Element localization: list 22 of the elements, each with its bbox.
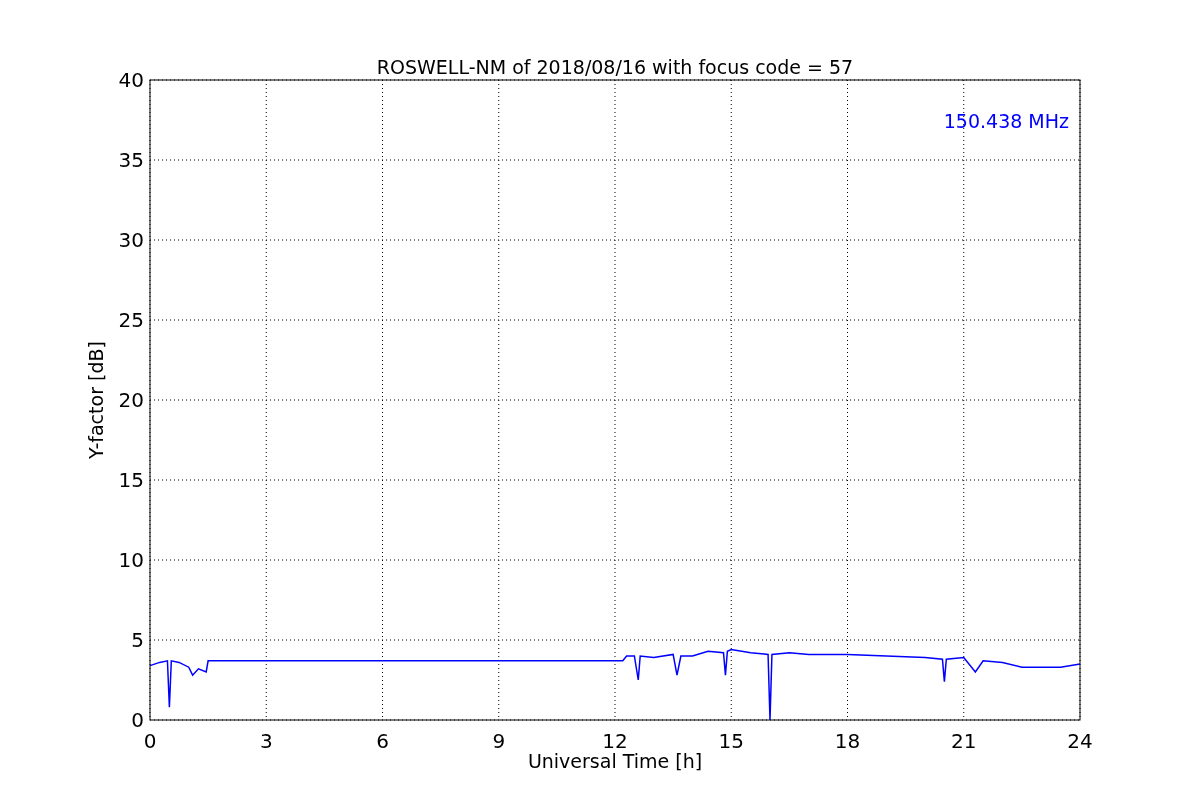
x-axis-label: Universal Time [h] (527, 750, 703, 772)
chart-title: ROSWELL-NM of 2018/08/16 with focus code = 57 (376, 56, 854, 78)
x-tick-label: 24 (1067, 729, 1093, 753)
y-tick-label: 40 (118, 68, 144, 92)
y-tick-label: 35 (118, 148, 144, 172)
y-tick-label: 15 (118, 468, 144, 492)
series-label: 150.438 MHz (943, 110, 1069, 132)
x-tick-label: 3 (259, 729, 273, 753)
y-tick-label: 0 (131, 708, 144, 732)
x-tick-label: 12 (602, 729, 628, 753)
x-tick-label: 21 (951, 729, 977, 753)
x-tick-label: 18 (834, 729, 861, 753)
x-tick-label: 6 (376, 729, 389, 753)
x-tick-label: 0 (143, 729, 157, 753)
y-tick-label: 25 (118, 308, 144, 332)
y-axis-label: Y-factor [dB] (85, 341, 107, 459)
y-tick-label: 30 (118, 228, 144, 252)
y-tick-label: 20 (118, 388, 144, 412)
y-tick-label: 5 (131, 628, 144, 652)
x-tick-label: 9 (492, 729, 506, 753)
y-tick-label: 10 (118, 548, 144, 572)
x-tick-label: 15 (718, 729, 744, 753)
